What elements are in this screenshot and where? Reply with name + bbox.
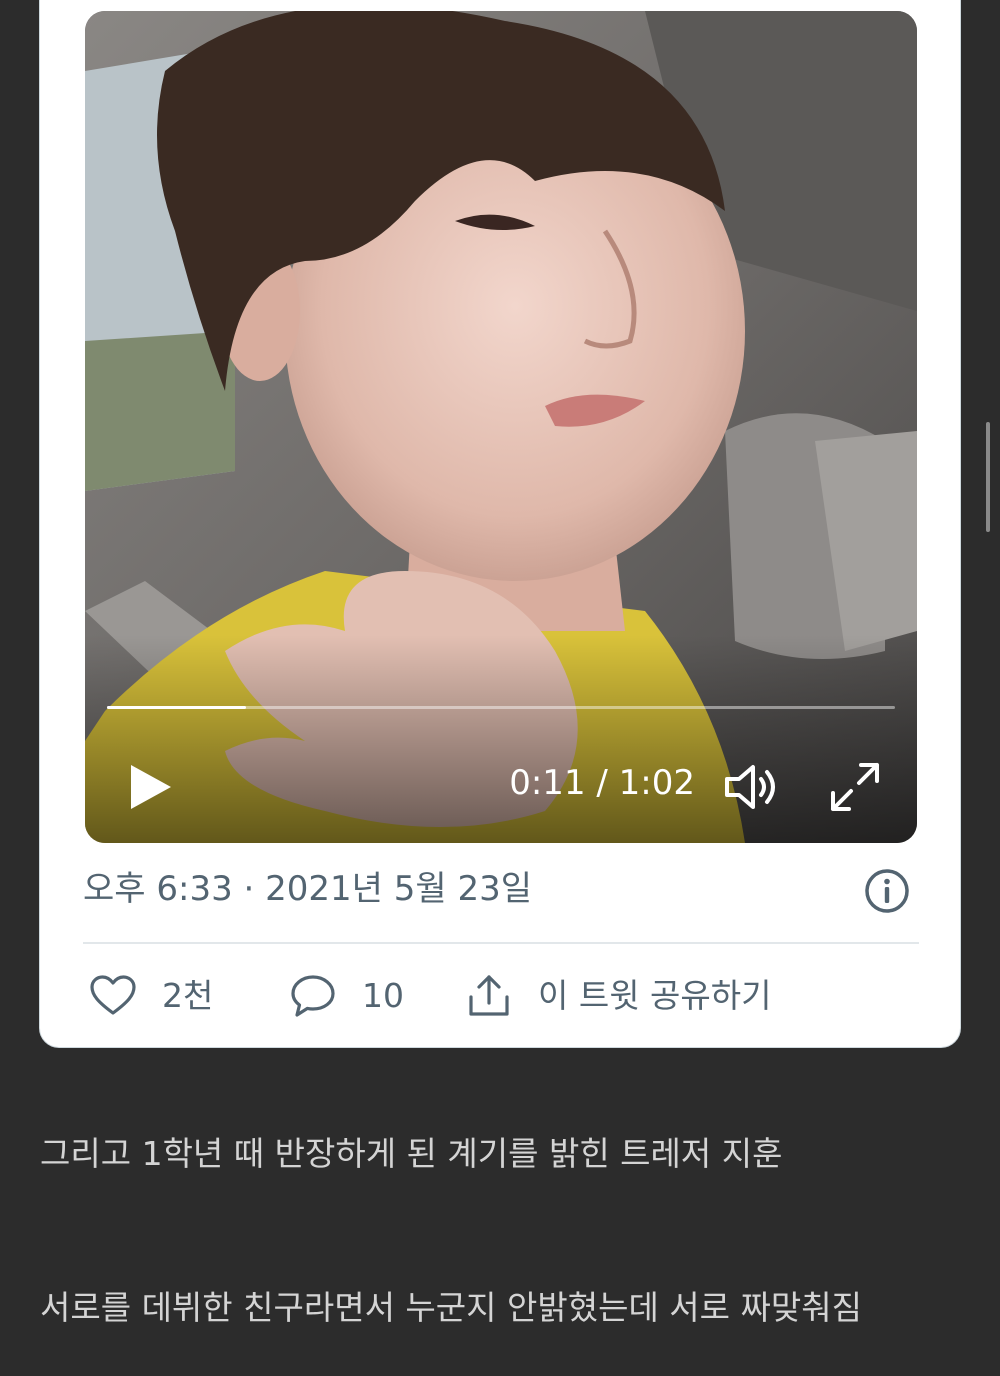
info-button[interactable] (863, 867, 911, 915)
volume-icon (725, 765, 775, 809)
article-paragraph: 그리고 1학년 때 반장하게 된 계기를 밝힌 트레저 지훈 (40, 1134, 783, 1173)
tweet-timestamp[interactable]: 오후 6:33 · 2021년 5월 23일 (83, 867, 532, 911)
like-count: 2천 (162, 976, 214, 1015)
article-paragraph: 서로를 데뷔한 친구라면서 누군지 안밝혔는데 서로 짜맞춰짐 (40, 1288, 862, 1327)
volume-button[interactable] (721, 759, 785, 815)
reply-count: 10 (362, 976, 404, 1015)
video-progress-bar[interactable] (107, 706, 895, 709)
like-button[interactable]: 2천 (88, 969, 213, 1023)
tweet-card: 0:11 / 1:02 오후 6:33 · 2021년 5월 23일 2천 10… (39, 0, 961, 1048)
divider (83, 942, 919, 944)
video-progress-fill (107, 706, 247, 709)
share-button[interactable]: 이 트윗 공유하기 (464, 969, 772, 1023)
play-icon (131, 765, 171, 809)
reply-button[interactable]: 10 (288, 969, 404, 1023)
fullscreen-icon (831, 763, 879, 811)
fullscreen-button[interactable] (825, 759, 885, 815)
video-player[interactable]: 0:11 / 1:02 (85, 11, 917, 843)
video-time: 0:11 / 1:02 (509, 763, 695, 803)
play-button[interactable] (125, 761, 175, 813)
heart-icon (90, 975, 136, 1015)
info-icon (865, 869, 909, 913)
share-icon (469, 975, 509, 1016)
video-frame (85, 11, 917, 843)
scrollbar-thumb[interactable] (986, 422, 990, 532)
reply-icon (291, 975, 335, 1017)
share-label: 이 트윗 공유하기 (538, 976, 772, 1015)
